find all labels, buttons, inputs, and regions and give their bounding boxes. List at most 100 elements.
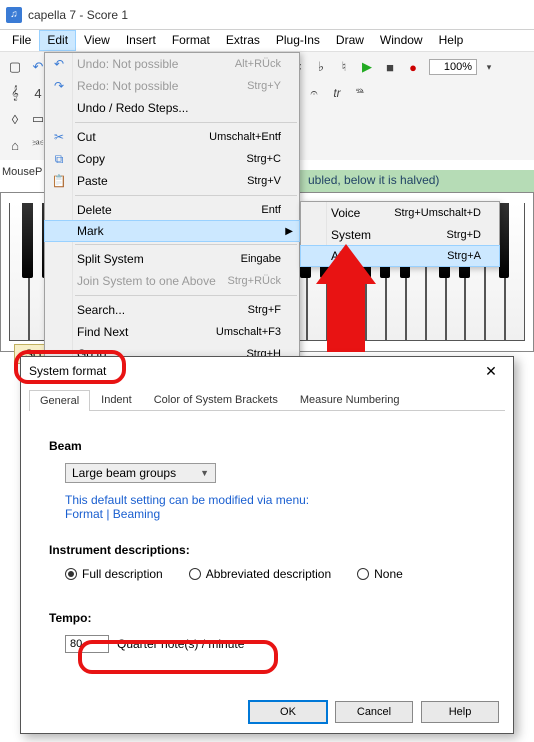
radio-circle xyxy=(189,568,201,580)
beam-label: Beam xyxy=(49,439,485,453)
menu-item-paste[interactable]: 📋PasteStrg+V xyxy=(45,170,299,192)
menu-item-shortcut: Umschalt+Entf xyxy=(209,131,281,143)
menu-item-shortcut: Alt+RÜck xyxy=(235,58,281,70)
menu-item-shortcut: Umschalt+F3 xyxy=(216,326,281,338)
menu-item-shortcut: Strg+C xyxy=(246,153,281,165)
menu-item-shortcut: Strg+F xyxy=(248,304,281,316)
zoom-field[interactable]: 100% xyxy=(429,59,477,75)
menu-item-redo-not-possible: ↷ Redo: Not possible Strg+Y xyxy=(45,75,299,97)
mouse-panel-label: MouseP xyxy=(2,166,44,178)
radio-label: Abbreviated description xyxy=(206,567,331,581)
dialog-tab-color-of-system-brackets[interactable]: Color of System Brackets xyxy=(143,389,289,410)
annotation-arrow xyxy=(316,246,376,352)
dialog-tab-measure-numbering[interactable]: Measure Numbering xyxy=(289,389,411,410)
fermata-icon[interactable]: 𝄐 xyxy=(303,82,325,104)
menu-item-label: Search... xyxy=(77,303,125,317)
menu-icon: ↷ xyxy=(51,78,67,94)
natural-icon[interactable]: ♮ xyxy=(333,56,355,78)
menu-draw[interactable]: Draw xyxy=(328,30,372,51)
piano-black-key[interactable] xyxy=(22,203,33,278)
beam-hint-1: This default setting can be modified via… xyxy=(65,493,485,507)
menu-item-label: Delete xyxy=(77,203,112,217)
submenu-item-voice[interactable]: Voice Strg+Umschalt+D xyxy=(301,202,499,224)
instrument-radio-group: Full description Abbreviated description N… xyxy=(65,567,485,581)
piano-white-key[interactable] xyxy=(9,203,29,341)
trill-icon[interactable]: tr xyxy=(326,82,348,104)
submenu-arrow-icon: ▶ xyxy=(285,226,293,237)
menubar: FileEditViewInsertFormatExtrasPlug-InsDr… xyxy=(0,30,534,52)
ok-button[interactable]: OK xyxy=(249,701,327,723)
play-icon[interactable]: ▶ xyxy=(356,56,378,78)
menu-item-undo-not-possible: ↶Undo: Not possibleAlt+RÜck xyxy=(45,53,299,75)
menu-item-split-system[interactable]: Split System Eingabe xyxy=(45,248,299,270)
record-icon[interactable]: ● xyxy=(402,56,424,78)
menu-extras[interactable]: Extras xyxy=(218,30,268,51)
cancel-button[interactable]: Cancel xyxy=(335,701,413,723)
zoom-dropdown-icon[interactable]: ▾ xyxy=(478,56,500,78)
menu-item-shortcut: Eingabe xyxy=(241,253,281,265)
menu-item-label: Paste xyxy=(77,174,108,188)
submenu-item-shortcut: Strg+A xyxy=(447,250,481,262)
close-button[interactable]: ✕ xyxy=(477,361,505,381)
info-bar: ubled, below it is halved) xyxy=(300,170,534,192)
menu-file[interactable]: File xyxy=(4,30,39,51)
edit-menu-dropdown: ↶Undo: Not possibleAlt+RÜck ↷ Redo: Not po… xyxy=(44,52,300,366)
submenu-item-system[interactable]: System Strg+D xyxy=(301,224,499,246)
menu-edit[interactable]: Edit xyxy=(39,30,76,51)
menu-window[interactable]: Window xyxy=(372,30,431,51)
radio-label: None xyxy=(374,567,403,581)
menu-item-shortcut: Strg+Y xyxy=(247,80,281,92)
menu-item-label: Undo / Redo Steps... xyxy=(77,101,188,115)
menu-item-shortcut: Entf xyxy=(261,204,281,216)
menu-view[interactable]: View xyxy=(76,30,118,51)
tempo-input[interactable] xyxy=(65,635,109,653)
radio-full-description[interactable]: Full description xyxy=(65,567,163,581)
chevron-down-icon: ▼ xyxy=(200,468,209,478)
menu-item-mark[interactable]: Mark ▶ xyxy=(44,220,300,242)
menu-item-label: Redo: Not possible xyxy=(77,79,178,93)
menu-item-search-[interactable]: Search... Strg+F xyxy=(45,299,299,321)
menu-icon: 📋 xyxy=(51,173,67,189)
window-title: capella 7 - Score 1 xyxy=(28,8,128,22)
dialog-title: System format xyxy=(29,364,106,378)
beam-hint-2: Format | Beaming xyxy=(65,507,485,521)
radio-abbreviated-description[interactable]: Abbreviated description xyxy=(189,567,331,581)
menu-item-cut[interactable]: ✂ Cut Umschalt+Entf xyxy=(45,126,299,148)
pedal-icon[interactable]: 𝆮 xyxy=(349,82,371,104)
menu-help[interactable]: Help xyxy=(431,30,472,51)
menu-item-undo-redo-steps-[interactable]: Undo / Redo Steps... xyxy=(45,97,299,119)
menu-item-label: Cut xyxy=(77,130,96,144)
dialog-tab-general[interactable]: General xyxy=(29,390,90,411)
submenu-item-shortcut: Strg+D xyxy=(446,229,481,241)
help-button[interactable]: Help xyxy=(421,701,499,723)
piano-black-key[interactable] xyxy=(499,203,510,278)
menu-plug-ins[interactable]: Plug-Ins xyxy=(268,30,328,51)
menu-item-find-next[interactable]: Find Next Umschalt+F3 xyxy=(45,321,299,343)
system-format-dialog: System format ✕ GeneralIndentColor of Sy… xyxy=(20,356,514,734)
menu-item-label: Join System to one Above xyxy=(77,274,216,288)
menu-item-label: Mark xyxy=(77,224,104,238)
menu-item-label: Copy xyxy=(77,152,105,166)
menu-item-copy[interactable]: ⧉CopyStrg+C xyxy=(45,148,299,170)
dialog-tabs: GeneralIndentColor of System BracketsMea… xyxy=(29,389,505,411)
menu-item-delete[interactable]: Delete Entf xyxy=(45,199,299,221)
submenu-item-label: System xyxy=(331,228,371,242)
menu-format[interactable]: Format xyxy=(164,30,218,51)
menu-insert[interactable]: Insert xyxy=(118,30,164,51)
flat-icon[interactable]: ♭ xyxy=(310,56,332,78)
submenu-item-label: Voice xyxy=(331,206,360,220)
menu-item-label: Split System xyxy=(77,252,144,266)
info-bar-text: ubled, below it is halved) xyxy=(308,173,439,187)
menu-item-join-system-to-one-above: Join System to one Above Strg+RÜck xyxy=(45,270,299,292)
titlebar: ♫ capella 7 - Score 1 xyxy=(0,0,534,30)
radio-none[interactable]: None xyxy=(357,567,403,581)
submenu-item-shortcut: Strg+Umschalt+D xyxy=(394,207,481,219)
menu-icon: ✂ xyxy=(51,129,67,145)
stop-icon[interactable]: ■ xyxy=(379,56,401,78)
beam-combo[interactable]: Large beam groups ▼ xyxy=(65,463,216,483)
menu-item-shortcut: Strg+RÜck xyxy=(228,275,282,287)
menu-item-label: Find Next xyxy=(77,325,128,339)
dialog-tab-indent[interactable]: Indent xyxy=(90,389,143,410)
radio-label: Full description xyxy=(82,567,163,581)
radio-circle xyxy=(65,568,77,580)
